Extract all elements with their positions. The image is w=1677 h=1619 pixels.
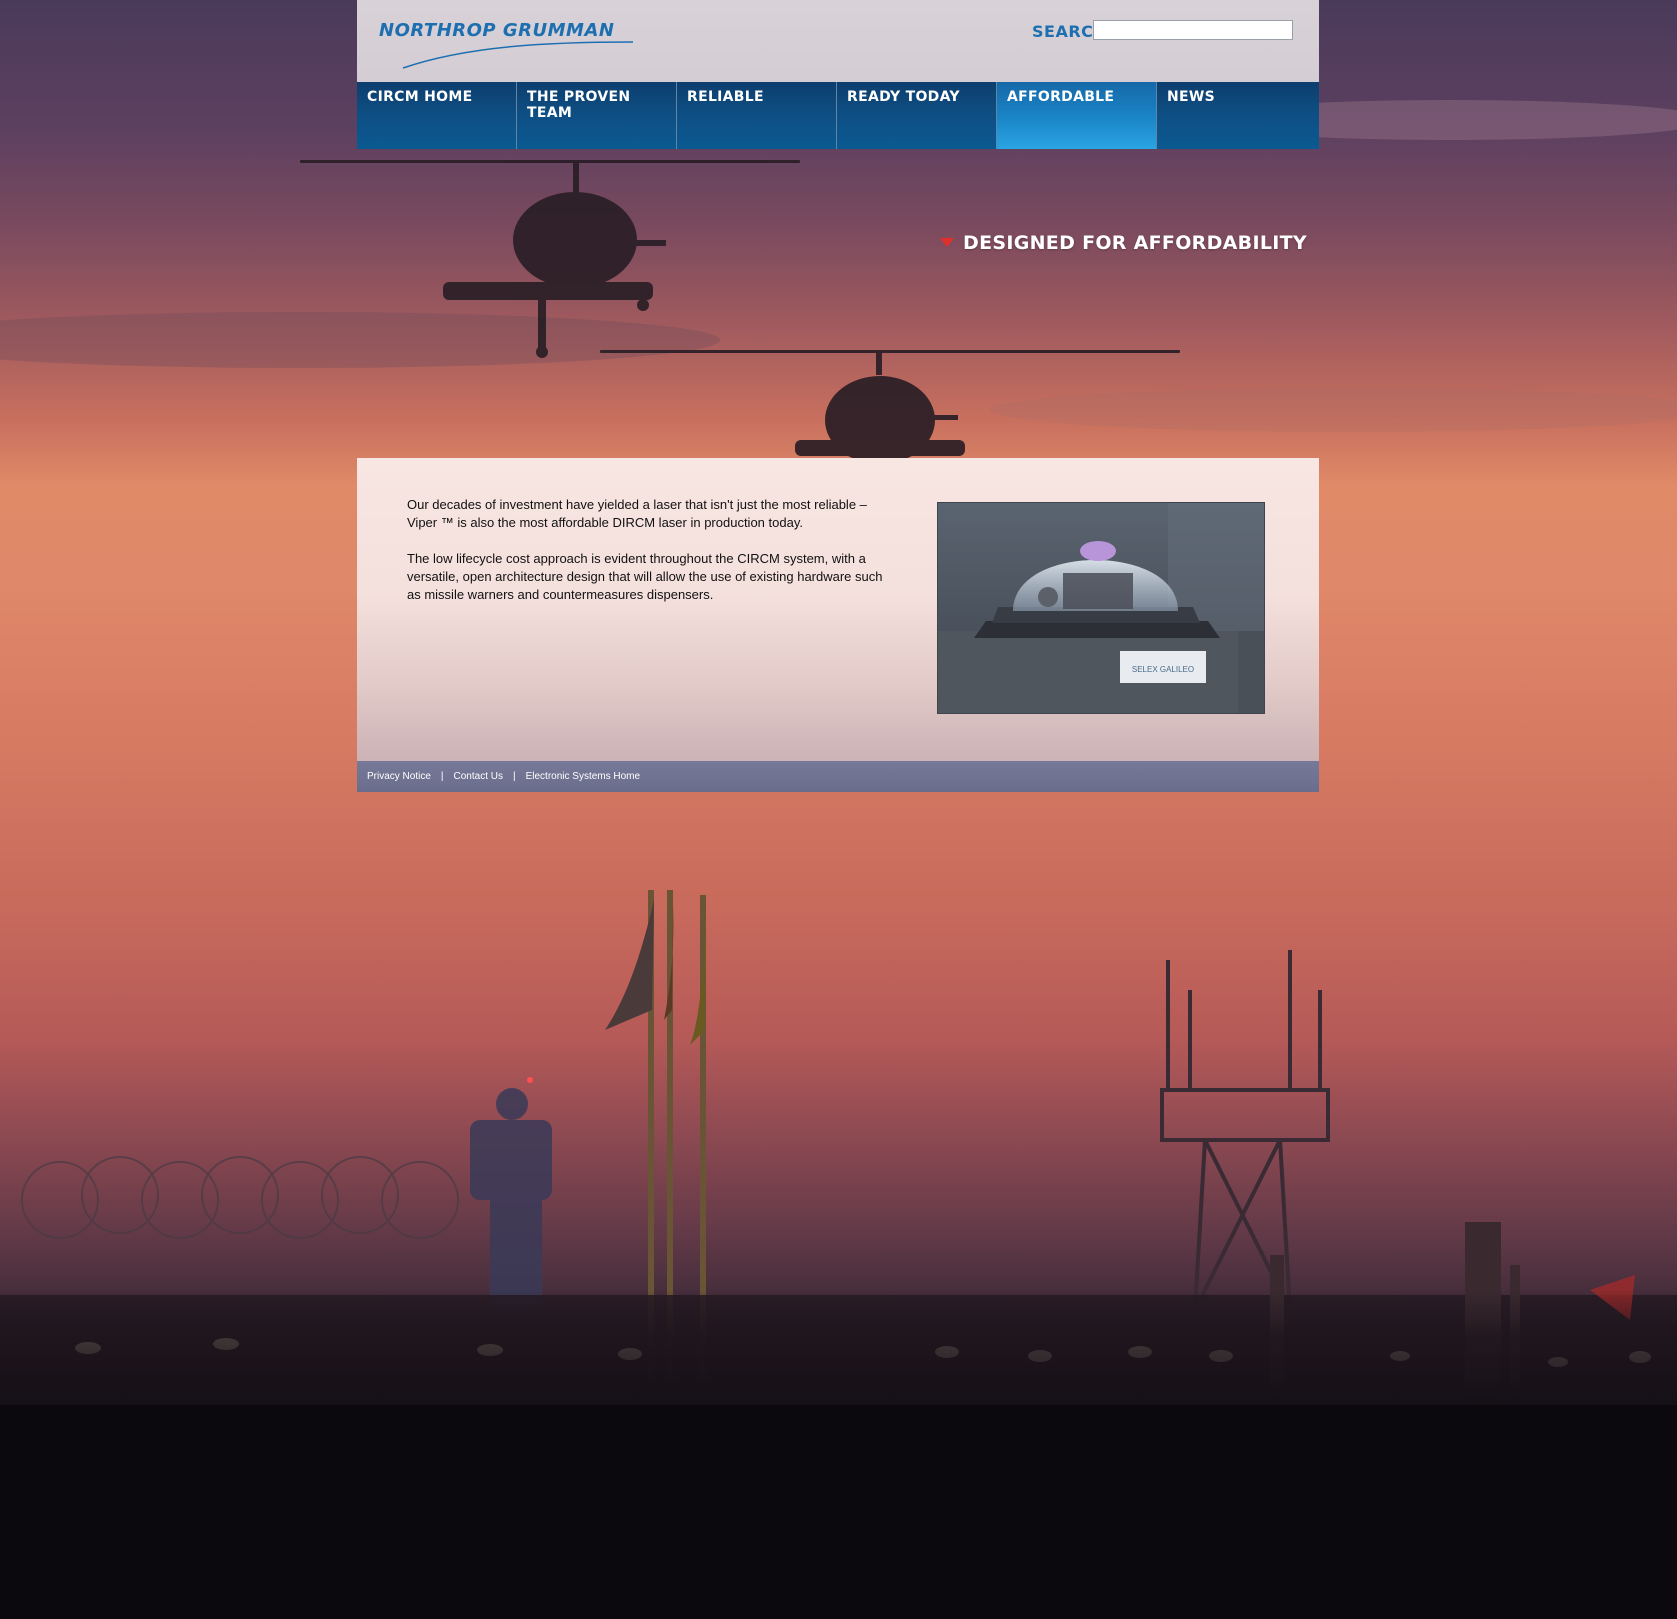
- search-input[interactable]: [1093, 20, 1293, 40]
- barbed-wire-silhouette: [21, 1156, 459, 1239]
- footer-link-electronic-systems-home[interactable]: Electronic Systems Home: [526, 771, 640, 782]
- viper-laser-illustration: SELEX GALILEO: [938, 503, 1264, 713]
- content-paragraph: The low lifecycle cost approach is evide…: [407, 551, 883, 602]
- nav-item-ready-today[interactable]: READY TODAY: [837, 82, 997, 149]
- nav-item-circm-home[interactable]: CIRCM HOME: [357, 82, 517, 149]
- control-tower-silhouette: [470, 1088, 552, 1310]
- site-header: NORTHROP GRUMMAN SEARCH: [357, 0, 1319, 82]
- section-heading: DESIGNED FOR AFFORDABILITY: [963, 232, 1307, 254]
- logo-wordmark: NORTHROP GRUMMAN: [379, 20, 614, 41]
- ground: [0, 1405, 1677, 1619]
- nav-item-affordable[interactable]: AFFORDABLE: [997, 82, 1157, 149]
- nav-item-the-proven-team[interactable]: THE PROVEN TEAM: [517, 82, 677, 149]
- footer-link-privacy-notice[interactable]: Privacy Notice: [367, 771, 431, 782]
- main-nav: CIRCM HOME THE PROVEN TEAM RELIABLE READ…: [357, 82, 1319, 149]
- site-footer: Privacy Notice | Contact Us | Electronic…: [357, 761, 1319, 792]
- horizon-shadow: [0, 1290, 1677, 1410]
- radio-tower-silhouette: [1160, 950, 1330, 1311]
- footer-separator: |: [440, 771, 444, 782]
- nav-item-label: NEWS: [1167, 89, 1216, 105]
- nav-item-label: RELIABLE: [687, 89, 764, 105]
- nav-item-label: AFFORDABLE: [1007, 89, 1115, 105]
- content-text: Our decades of investment have yielded a…: [407, 496, 897, 622]
- viper-laser-image: SELEX GALILEO: [937, 502, 1265, 714]
- content-paragraph: Our decades of investment have yielded a…: [407, 497, 867, 530]
- nav-item-label: READY TODAY: [847, 89, 960, 105]
- image-label: SELEX GALILEO: [1132, 665, 1194, 674]
- footer-link-contact-us[interactable]: Contact Us: [454, 771, 503, 782]
- chevron-down-icon: [940, 238, 954, 247]
- nav-item-label: THE PROVEN TEAM: [527, 89, 631, 121]
- northrop-grumman-logo[interactable]: NORTHROP GRUMMAN: [377, 18, 637, 72]
- footer-separator: |: [512, 771, 516, 782]
- nav-item-news[interactable]: NEWS: [1157, 82, 1319, 149]
- nav-item-reliable[interactable]: RELIABLE: [677, 82, 837, 149]
- nav-item-label: CIRCM HOME: [367, 89, 473, 105]
- content-panel: Our decades of investment have yielded a…: [357, 458, 1319, 761]
